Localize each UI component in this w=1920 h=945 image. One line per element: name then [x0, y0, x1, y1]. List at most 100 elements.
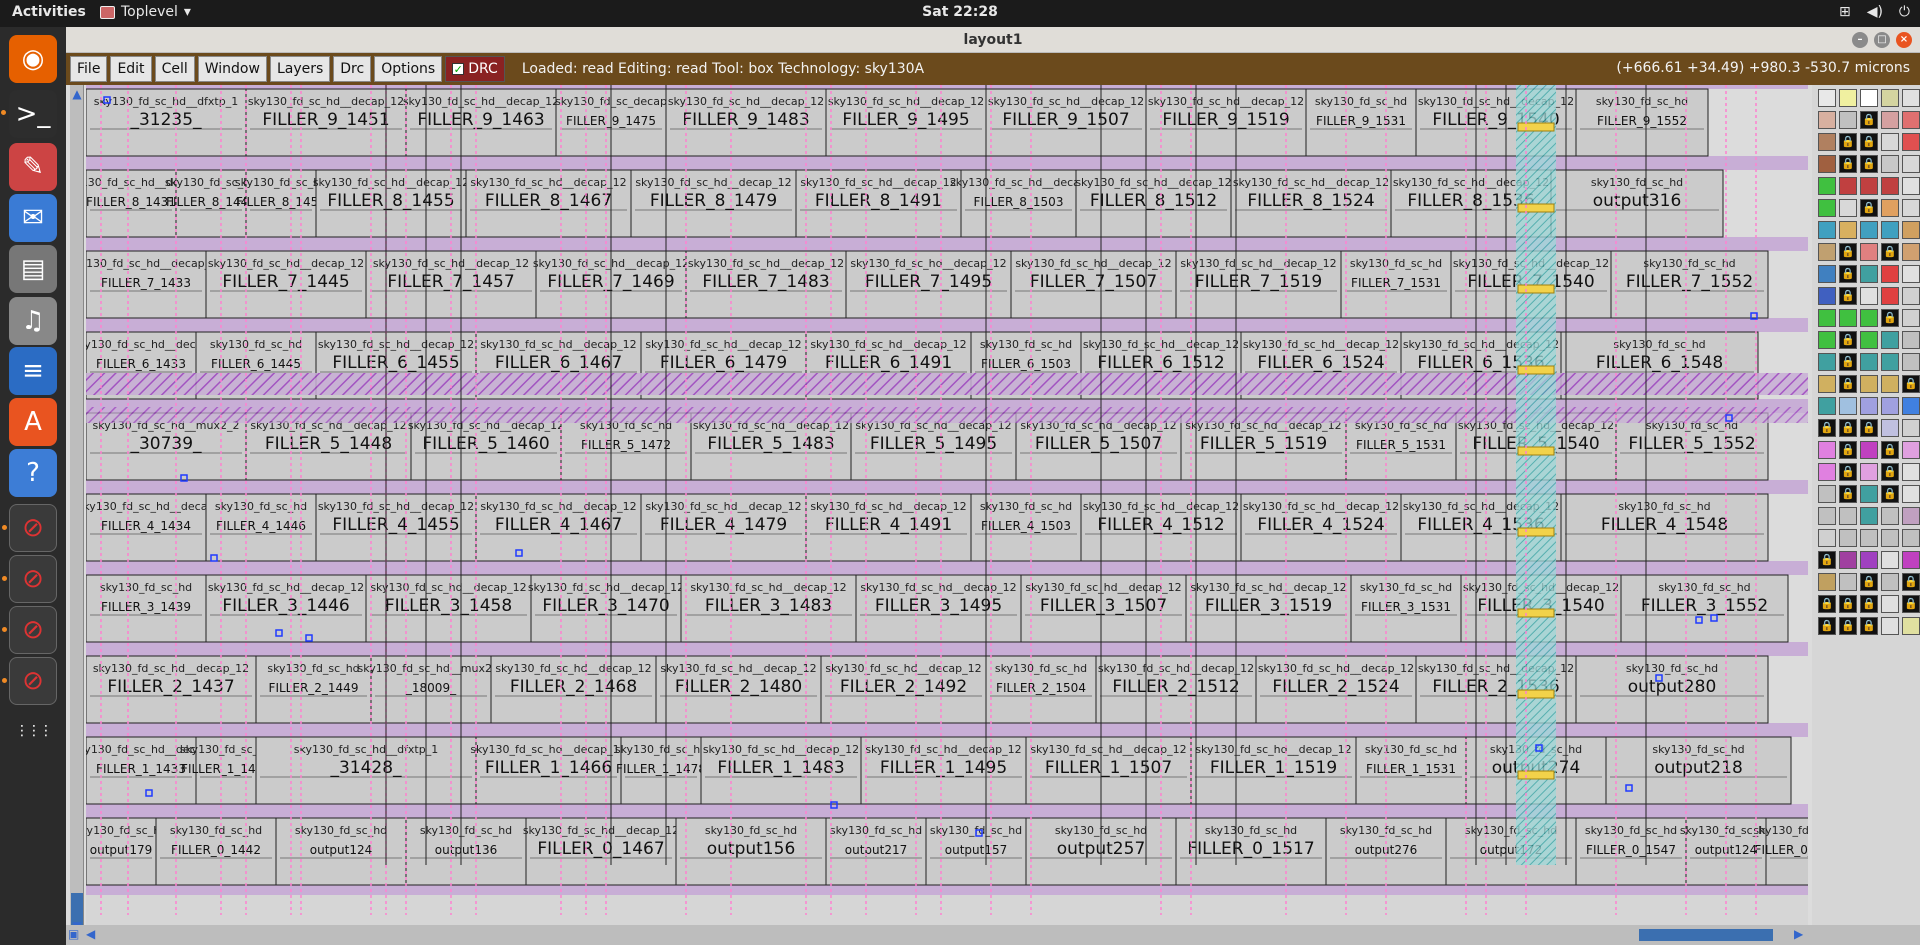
standard-cell[interactable]: sky130_fd_sc_hd__decap_12 FILLER_1_1519 [1190, 736, 1357, 805]
layer-swatch[interactable] [1860, 397, 1878, 415]
layer-swatch[interactable] [1902, 287, 1920, 305]
lock-icon[interactable]: 🔒 [1881, 463, 1899, 481]
app-menu[interactable]: Toplevel ▾ [100, 4, 191, 20]
lock-icon[interactable]: 🔒 [1818, 595, 1836, 613]
standard-cell[interactable]: sky130_fd_sc_hd FILLER_7_1552 [1610, 250, 1769, 319]
lock-icon[interactable]: 🔒 [1839, 441, 1857, 459]
layer-swatch[interactable] [1902, 551, 1920, 569]
standard-cell[interactable]: sky130_fd_sc_hd FILLER_2_1449 [255, 655, 372, 724]
window-titlebar[interactable]: layout1 – □ × [66, 27, 1920, 53]
standard-cell[interactable]: sky130_fd_sc_hd__decap_12 FILLER_7_1445 [205, 250, 367, 319]
standard-cell[interactable]: sky130_fd_sc_hd__decap_12 FILLER_9_1495 [825, 88, 987, 157]
layer-swatch[interactable] [1881, 331, 1899, 349]
standard-cell[interactable]: sky130_fd_sc_hd__decap_12FILLER_4_1455 [315, 493, 477, 562]
layer-swatch[interactable] [1860, 375, 1878, 393]
layer-swatch[interactable] [1860, 353, 1878, 371]
lock-icon[interactable]: 🔒 [1818, 419, 1836, 437]
standard-cell[interactable]: sky130_fd_sc_hd__decap_12 FILLER_7_1433 [86, 250, 224, 319]
layer-swatch[interactable] [1860, 309, 1878, 327]
magic-app-icon[interactable]: ⊘ [2, 555, 57, 603]
layer-swatch[interactable] [1881, 133, 1899, 151]
layer-swatch[interactable] [1881, 617, 1899, 635]
standard-cell[interactable]: sky130_fd_sc_hd FILLER_4_1446 [205, 493, 317, 562]
layer-swatch[interactable] [1902, 243, 1920, 261]
layer-swatch[interactable] [1818, 309, 1836, 327]
layer-swatch[interactable] [1818, 441, 1836, 459]
layer-swatch[interactable] [1902, 221, 1920, 239]
menu-options[interactable]: Options [374, 56, 443, 82]
layer-swatch[interactable] [1818, 243, 1836, 261]
standard-cell[interactable]: sky130_fd_sc_hd FILLER_4_1503 [970, 493, 1082, 562]
standard-cell[interactable]: sky130_fd_sc_hd output316 [1550, 169, 1724, 238]
standard-cell[interactable]: sky130_fd_sc_hd__decap_12 FILLER_2_1524 [1255, 655, 1417, 724]
standard-cell[interactable]: sky130_fd_sc_hd output136 [405, 817, 527, 886]
layer-swatch[interactable] [1881, 507, 1899, 525]
layer-swatch[interactable] [1839, 551, 1857, 569]
mail-icon[interactable]: ✉ [9, 194, 57, 242]
layer-swatch[interactable] [1902, 89, 1920, 107]
standard-cell[interactable]: sky130_fd_sc_hd__decap_12 FILLER_1_1507 [1025, 736, 1192, 805]
layer-swatch[interactable] [1902, 111, 1920, 129]
standard-cell[interactable]: sky130_fd_sc_hd__decap_12 FILLER_0_1467 [523, 817, 679, 886]
minimize-icon[interactable]: – [1852, 32, 1868, 48]
layer-swatch[interactable] [1902, 419, 1920, 437]
system-tray[interactable]: ⊞ ◀) ⏻ [1839, 4, 1910, 20]
layer-swatch[interactable] [1839, 529, 1857, 547]
standard-cell[interactable]: sky130_fd_sc_hd output179 [86, 817, 167, 886]
layer-swatch[interactable] [1860, 485, 1878, 503]
lock-icon[interactable]: 🔒 [1860, 573, 1878, 591]
standard-cell[interactable]: sky130_fd_sc_hd output156 [675, 817, 827, 886]
layer-swatch[interactable] [1902, 353, 1920, 371]
standard-cell[interactable]: sky130_fd_sc_hd output217 [825, 817, 927, 886]
standard-cell[interactable]: sky130_fd_sc_hd__decap_12 FILLER_2_1468 [490, 655, 657, 724]
menu-cell[interactable]: Cell [154, 56, 195, 82]
standard-cell[interactable]: sky130_fd_sc_hd__decap_12 FILLER_1_1495 [860, 736, 1027, 805]
layer-swatch[interactable] [1818, 507, 1836, 525]
standard-cell[interactable]: sky130_fd_sc_hd FILLER_1_1478 [615, 736, 707, 805]
clock[interactable]: Sat 22:28 [922, 4, 998, 20]
standard-cell[interactable]: sky130_fd_sc_hd__decap_12 FILLER_8_1524 [1230, 169, 1392, 238]
standard-cell[interactable]: sky130_fd_sc_hd__decap FILLER_8_1503 [950, 169, 1087, 238]
horizontal-scroll-thumb[interactable] [1639, 929, 1773, 941]
menu-edit[interactable]: Edit [110, 56, 152, 82]
layout-canvas[interactable]: sky130_fd_sc_hd__dfxtp_1 _31235_ sky130_fd… [86, 85, 1808, 925]
standard-cell[interactable]: sky130_fd_sc_hd__decap_12 FILLER_9_1519 [1145, 88, 1307, 157]
layer-swatch[interactable] [1860, 221, 1878, 239]
layer-swatch[interactable] [1881, 287, 1899, 305]
lock-icon[interactable]: 🔒 [1839, 133, 1857, 151]
layer-swatch[interactable] [1902, 617, 1920, 635]
layer-swatch[interactable] [1839, 89, 1857, 107]
standard-cell[interactable]: sky130_fd_sc_hd__decap_12 FILLER_3_1519 [1185, 574, 1352, 643]
lock-icon[interactable]: 🔒 [1860, 155, 1878, 173]
show-apps-icon[interactable]: ⋮⋮⋮ [9, 707, 57, 755]
standard-cell[interactable]: sky130_fd_sc_hd FILLER_0_1547 [1575, 817, 1687, 886]
lock-icon[interactable]: 🔒 [1902, 595, 1920, 613]
standard-cell[interactable]: sky130_fd_sc_hd__decap_12FILLER_5_1483 [690, 412, 852, 481]
standard-cell[interactable]: sky130_fd_sc_hd__decap_12 FILLER_2_1437 [86, 655, 257, 724]
menu-layers[interactable]: Layers [269, 56, 331, 82]
standard-cell[interactable]: sky130_fd_sc_hd__decap_12 FILLER_4_1524 [1240, 493, 1402, 562]
vertical-scrollbar[interactable]: ▲ ▼ [70, 85, 84, 935]
scroll-corner-icon[interactable]: ▣ [68, 927, 79, 941]
layer-swatch[interactable] [1902, 441, 1920, 459]
lock-icon[interactable]: 🔒 [1839, 375, 1857, 393]
software-icon[interactable]: A [9, 398, 57, 446]
standard-cell[interactable]: sky130_fd_sc_hd__decap_12FILLER_5_1460 [408, 412, 564, 481]
standard-cell[interactable]: sky130_fd_sc_hd__decap_12 FILLER_2_1492 [820, 655, 987, 724]
standard-cell[interactable]: sky130_fd_sc_hd FILLER_1_1531 [1355, 736, 1467, 805]
help-icon[interactable]: ? [9, 449, 57, 497]
drc-toggle[interactable]: ✓ DRC [445, 56, 505, 82]
lock-icon[interactable]: 🔒 [1839, 595, 1857, 613]
layer-swatch[interactable] [1881, 353, 1899, 371]
layer-swatch[interactable] [1818, 397, 1836, 415]
standard-cell[interactable]: sky130_fd_sc_hdoutput157 [925, 817, 1027, 886]
close-icon[interactable]: × [1896, 32, 1912, 48]
layer-swatch[interactable] [1881, 529, 1899, 547]
layer-swatch[interactable] [1860, 331, 1878, 349]
layer-swatch[interactable] [1839, 397, 1857, 415]
lock-icon[interactable]: 🔒 [1839, 419, 1857, 437]
layer-swatch[interactable] [1818, 111, 1836, 129]
magic-app-icon[interactable]: ⊘ [2, 504, 57, 552]
layer-swatch[interactable] [1881, 265, 1899, 283]
standard-cell[interactable]: sky130_fd_sc_hd__decap_12FILLER_9_1451 [245, 88, 407, 157]
